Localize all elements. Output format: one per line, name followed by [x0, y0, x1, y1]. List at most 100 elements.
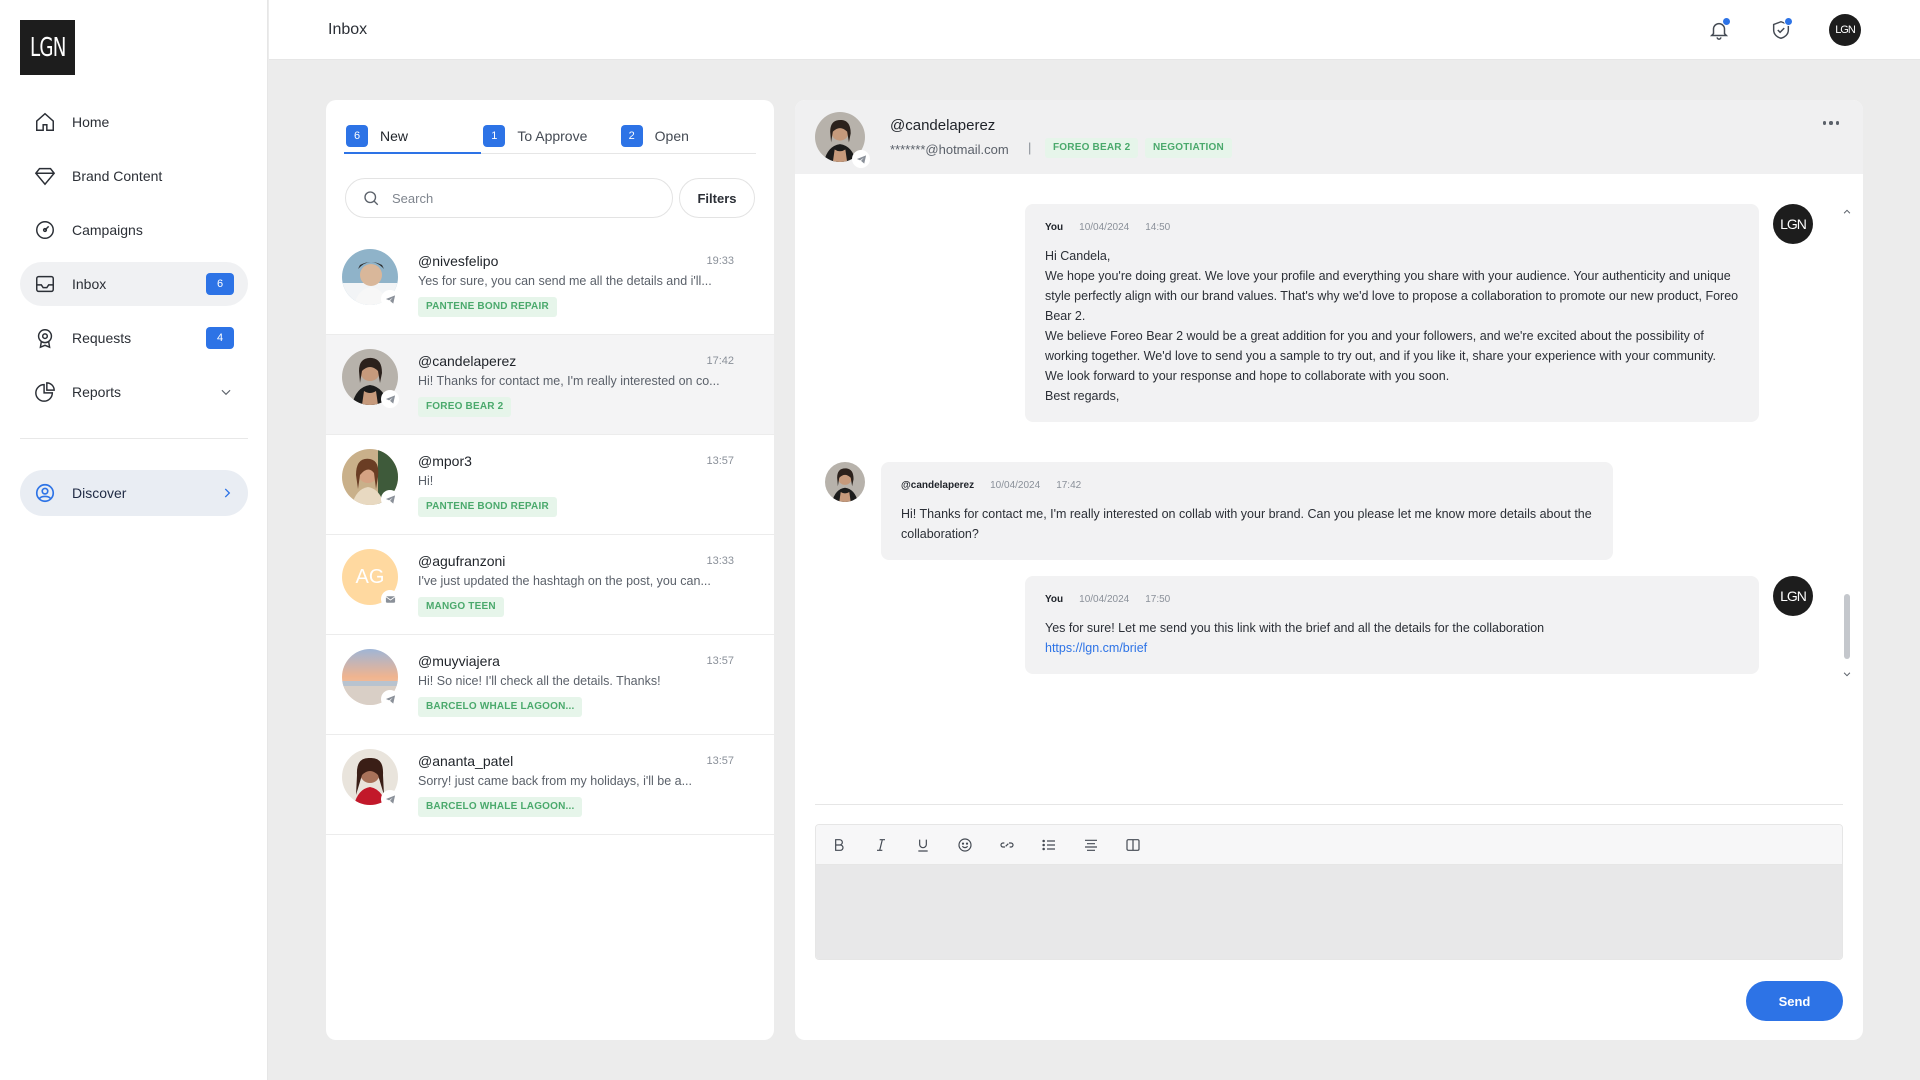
- conversation-item[interactable]: @mpor3 13:57 Hi! PANTENE BOND REPAIR: [326, 435, 774, 535]
- search-box: [345, 178, 673, 218]
- bullet-list-button[interactable]: [1036, 832, 1062, 858]
- message-editor: [815, 824, 1843, 960]
- campaign-tag: MANGO TEEN: [418, 597, 504, 617]
- filters-button[interactable]: Filters: [679, 178, 755, 218]
- tab-new[interactable]: 6 New: [344, 118, 482, 154]
- brief-link[interactable]: https://lgn.cm/brief: [1045, 641, 1147, 655]
- conversation-time: 13:33: [706, 555, 734, 567]
- conversation-username: @agufranzoni: [418, 553, 506, 569]
- sidebar-item-label: Home: [72, 114, 110, 130]
- tab-to-approve[interactable]: 1 To Approve: [481, 118, 618, 153]
- message-sender: You: [1045, 594, 1064, 605]
- avatar-initials: AG: [355, 565, 385, 588]
- conversation-list-panel: 6 New 1 To Approve 2 Open Filters @nives…: [326, 100, 774, 1040]
- sidebar-item-reports[interactable]: Reports: [20, 370, 248, 414]
- brand-avatar: LGN: [1773, 576, 1813, 616]
- discover-button[interactable]: Discover: [20, 470, 248, 516]
- conversation-item[interactable]: @muyviajera 13:57 Hi! So nice! I'll chec…: [326, 635, 774, 735]
- italic-icon: [877, 838, 885, 851]
- message-input[interactable]: [816, 865, 1842, 959]
- link-button[interactable]: [994, 832, 1020, 858]
- conversation-time: 13:57: [706, 455, 734, 467]
- chat-scrollbar[interactable]: [1842, 204, 1852, 684]
- bold-button[interactable]: [826, 832, 852, 858]
- emoji-button[interactable]: [952, 832, 978, 858]
- editor-toolbar: [816, 825, 1842, 865]
- app-logo[interactable]: LGN: [20, 20, 75, 75]
- tab-label: To Approve: [517, 127, 588, 144]
- chevron-down-icon[interactable]: [218, 381, 234, 403]
- underline-button[interactable]: [910, 832, 936, 858]
- message-bubble-incoming: @candelaperez 10/04/2024 17:42 Hi! Thank…: [881, 462, 1613, 560]
- tab-label: Open: [654, 127, 689, 144]
- telegram-icon: [381, 690, 399, 708]
- conversation-item[interactable]: @nivesfelipo 19:33 Yes for sure, you can…: [326, 235, 774, 335]
- campaign-tag: PANTENE BOND REPAIR: [418, 497, 557, 517]
- conversation-preview: I've just updated the hashtagh on the po…: [418, 574, 711, 588]
- sidebar-item-brand-content[interactable]: Brand Content: [20, 154, 248, 198]
- approvals-button[interactable]: [1767, 16, 1795, 44]
- message-line: We hope you're doing great. We love your…: [1045, 269, 1739, 323]
- message-date: 10/04/2024: [990, 480, 1041, 491]
- message-time: 17:50: [1145, 594, 1171, 605]
- message-bubble-outgoing: You 10/04/2024 17:50 Yes for sure! Let m…: [1025, 576, 1759, 674]
- message-time: 14:50: [1145, 222, 1171, 233]
- inbox-count-badge: 6: [206, 273, 234, 295]
- tab-count: 6: [346, 124, 368, 147]
- sidebar-nav: Home Brand Content Campaigns Inbox 6 Req…: [20, 100, 248, 424]
- sidebar-item-inbox[interactable]: Inbox 6: [20, 262, 248, 306]
- sidebar-item-home[interactable]: Home: [20, 100, 248, 144]
- message-date: 10/04/2024: [1079, 222, 1130, 233]
- telegram-icon: [381, 790, 399, 808]
- chevron-down-icon[interactable]: [1842, 666, 1852, 677]
- send-button[interactable]: Send: [1746, 981, 1843, 1021]
- brand-avatar: LGN: [1773, 204, 1813, 244]
- scrollbar-thumb[interactable]: [1844, 594, 1850, 659]
- italic-button[interactable]: [868, 832, 894, 858]
- inbox-tabs: 6 New 1 To Approve 2 Open: [344, 118, 756, 154]
- align-center-icon: [1085, 839, 1097, 851]
- conversation-item[interactable]: @candelaperez 17:42 Hi! Thanks for conta…: [326, 335, 774, 435]
- message-meta: @candelaperez 10/04/2024 17:42: [901, 476, 1593, 496]
- message-time: 17:42: [1056, 480, 1082, 491]
- conversation-preview: Sorry! just came back from my holidays, …: [418, 774, 693, 788]
- badge-icon: [34, 327, 56, 349]
- sidebar-divider: [20, 438, 248, 439]
- notification-dot: [1722, 17, 1731, 26]
- conversation-preview: Hi! Thanks for contact me, I'm really in…: [418, 374, 720, 388]
- contact-email: *******@hotmail.com: [890, 142, 1009, 157]
- align-center-button[interactable]: [1078, 832, 1104, 858]
- chat-header: @candelaperez *******@hotmail.com | FORE…: [795, 100, 1863, 174]
- campaign-tag: FOREO BEAR 2: [418, 397, 512, 417]
- conversation-username: @nivesfelipo: [418, 253, 499, 269]
- notifications-button[interactable]: [1705, 16, 1733, 44]
- template-button[interactable]: [1120, 832, 1146, 858]
- list-icon: [1042, 839, 1055, 850]
- home-icon: [34, 111, 56, 133]
- search-icon: [362, 189, 380, 207]
- conversation-item[interactable]: @ananta_patel 13:57 Sorry! just came bac…: [326, 735, 774, 835]
- sidebar-item-requests[interactable]: Requests 4: [20, 316, 248, 360]
- message-line: Hi! Thanks for contact me, I'm really in…: [901, 507, 1592, 541]
- message-meta: You 10/04/2024 14:50: [1045, 218, 1739, 238]
- tab-open[interactable]: 2 Open: [619, 118, 756, 153]
- more-options-button[interactable]: [1819, 116, 1843, 130]
- conversation-item[interactable]: AG @agufranzoni 13:33 I've just updated …: [326, 535, 774, 635]
- user-circle-icon: [34, 482, 56, 504]
- header-separator: |: [1028, 140, 1032, 155]
- emoji-icon: [958, 837, 972, 852]
- message-date: 10/04/2024: [1079, 594, 1130, 605]
- account-avatar[interactable]: LGN: [1829, 14, 1861, 46]
- gauge-icon: [34, 219, 56, 241]
- mail-icon: [381, 590, 399, 608]
- message-sender: @candelaperez: [901, 480, 975, 491]
- approval-dot: [1784, 17, 1793, 26]
- top-bar: Inbox LGN: [269, 0, 1920, 60]
- campaign-tag: PANTENE BOND REPAIR: [418, 297, 557, 317]
- search-input[interactable]: [392, 190, 652, 206]
- chevron-up-icon[interactable]: [1842, 204, 1852, 214]
- sidebar-item-label: Inbox: [72, 276, 107, 292]
- chevron-right-icon: [220, 486, 234, 500]
- campaign-tag: BARCELO WHALE LAGOON...: [418, 697, 583, 717]
- sidebar-item-campaigns[interactable]: Campaigns: [20, 208, 248, 252]
